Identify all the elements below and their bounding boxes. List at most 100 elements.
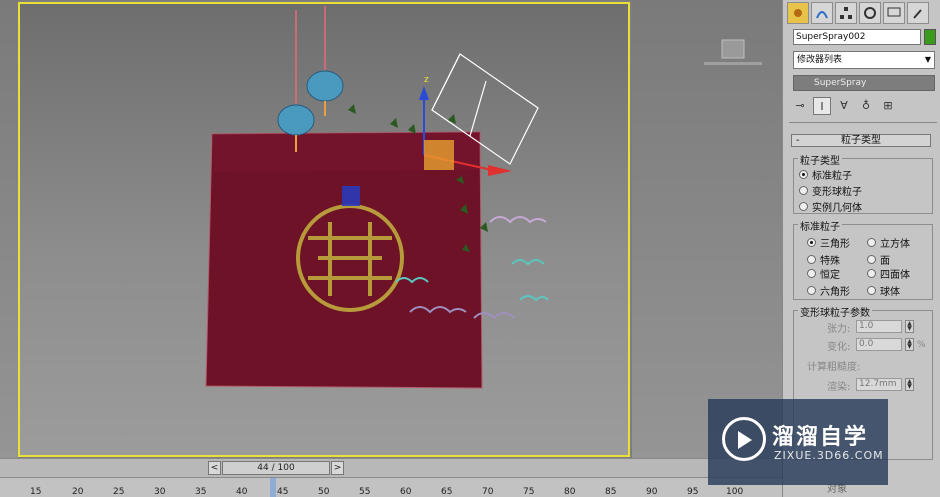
render-coarseness-input[interactable]: 12.7mm [856,378,902,391]
svg-text:z: z [424,75,429,85]
perspective-viewport[interactable]: z [0,0,782,458]
make-unique-icon[interactable]: ∀ [835,97,853,115]
radio-dot [867,255,876,264]
group-title: 变形球粒子参数 [798,304,872,319]
configure-icon[interactable]: ⊞ [879,97,897,115]
coarseness-label: 计算粗糙度: [807,362,861,373]
object-name-field[interactable]: SuperSpray002 [793,29,921,45]
tension-spinner[interactable]: ▲ ▼ [905,320,914,333]
ruler-tick: 85 [605,487,617,497]
create-tab-sun-gear-icon[interactable] [787,2,809,24]
modifier-list-label: 修改器列表 [797,55,843,65]
radio-dot [807,269,816,278]
variation-unit: % [917,340,926,350]
radio-dot [807,255,816,264]
ruler-tick: 55 [359,487,371,497]
radio-cube[interactable]: 立方体 [867,235,910,250]
radio-dot [807,238,816,247]
ruler-tick: 40 [236,487,248,497]
radio-special[interactable]: 特殊 [807,252,840,267]
radio-label: 六角形 [820,287,850,298]
utilities-hammer-icon[interactable] [907,2,929,24]
rollout-header-particle-type[interactable]: - 粒子类型 [791,134,931,147]
motion-tab-icon[interactable] [859,2,881,24]
command-panel-tabs [787,2,929,24]
radio-label: 立方体 [880,239,910,250]
current-frame-marker[interactable] [270,478,276,497]
modify-tab-curve-icon[interactable] [811,2,833,24]
render-spinner[interactable]: ▲ ▼ [905,378,914,391]
radio-dot [799,170,808,179]
radio-standard-particles[interactable]: 标准粒子 [799,167,852,182]
group-title: 标准粒子 [798,218,842,233]
ruler-tick: 35 [195,487,207,497]
hierarchy-tab-icon[interactable] [835,2,857,24]
radio-label: 实例几何体 [812,203,862,214]
rollout-title: 粒子类型 [841,135,881,146]
tension-input[interactable]: 1.0 [856,320,902,333]
variation-spinner[interactable]: ▲ ▼ [905,338,914,351]
prev-frame-button[interactable]: < [208,461,221,475]
radio-label: 面 [880,256,890,267]
site-watermark: 溜溜自学 ZIXUE.3D66.COM [708,399,888,485]
radio-instanced-geometry[interactable]: 实例几何体 [799,199,862,214]
tension-label: 张力: [827,324,851,335]
radio-dot [799,202,808,211]
panel-divider [789,122,937,123]
play-triangle-icon [738,431,752,449]
ruler-tick: 25 [113,487,125,497]
radio-label: 三角形 [820,239,850,250]
ruler-tick: 95 [687,487,699,497]
ruler-tick: 60 [400,487,412,497]
radio-label: 变形球粒子 [812,187,862,198]
variation-label: 变化: [827,342,851,353]
ruler-tick: 15 [30,487,42,497]
ruler-tick: 70 [482,487,494,497]
radio-label: 四面体 [880,270,910,281]
pin-icon[interactable]: ⊸ [791,97,809,115]
next-frame-button[interactable]: > [331,461,344,475]
lantern-2 [306,6,344,116]
time-slider-bar: < 44 / 100 > [0,458,782,477]
timeline-ruler[interactable]: 15 20 25 30 35 40 45 50 55 60 65 70 75 8… [0,477,782,497]
watermark-url: ZIXUE.3D66.COM [774,449,884,462]
ruler-tick: 30 [154,487,166,497]
group-title: 粒子类型 [798,152,842,167]
radio-sixpoint[interactable]: 六角形 [807,283,850,298]
show-end-result-icon[interactable]: Ⅰ [813,97,831,115]
radio-facing[interactable]: 面 [867,252,890,267]
ruler-tick: 45 [277,487,289,497]
radio-triangle[interactable]: 三角形 [807,235,850,250]
viewport-scene: z [205,6,762,389]
ruler-tick: 80 [564,487,576,497]
viewcube-icon[interactable] [704,39,762,65]
max-app-window: z < 44 / 100 > 15 20 25 30 35 40 45 50 5… [0,0,940,497]
remove-modifier-icon[interactable]: ♁ [857,97,875,115]
stack-toolbar: ⊸ Ⅰ ∀ ♁ ⊞ [791,96,937,116]
ruler-tick: 65 [441,487,453,497]
ruler-tick: 75 [523,487,535,497]
radio-constant[interactable]: 恒定 [807,266,840,281]
time-slider-thumb[interactable]: 44 / 100 [222,461,330,475]
radio-metaball-particles[interactable]: 变形球粒子 [799,183,862,198]
radio-label: 特殊 [820,256,840,267]
radio-label: 标准粒子 [812,171,852,182]
modifier-list-dropdown[interactable]: 修改器列表 ▼ [793,51,935,69]
radio-dot [867,238,876,247]
ruler-tick: 100 [726,487,744,497]
watermark-title: 溜溜自学 [772,425,869,450]
radio-label: 球体 [880,287,900,298]
blue-small-ornament [342,186,360,206]
radio-dot [807,286,816,295]
radio-tetra[interactable]: 四面体 [867,266,910,281]
ruler-tick: 90 [646,487,658,497]
radio-dot [799,186,808,195]
ruler-tick: 50 [318,487,330,497]
chevron-down-icon: ▼ [924,55,931,64]
display-tab-icon[interactable] [883,2,905,24]
radio-sphere[interactable]: 球体 [867,283,900,298]
modifier-stack-item[interactable]: SuperSpray [793,75,935,91]
object-color-swatch[interactable] [924,29,936,45]
variation-input[interactable]: 0.0 [856,338,902,351]
ruler-tick: 20 [72,487,84,497]
